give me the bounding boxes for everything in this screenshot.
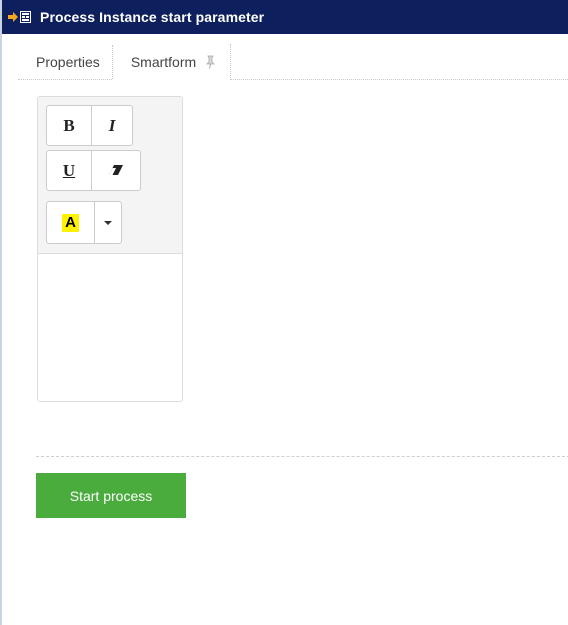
italic-icon: I <box>108 115 116 135</box>
tab-properties-label: Properties <box>36 54 100 70</box>
underline-button[interactable]: U <box>46 150 92 191</box>
clear-format-button[interactable] <box>91 150 141 191</box>
section-divider <box>36 456 568 457</box>
caret-down-icon <box>104 220 112 225</box>
pin-icon[interactable] <box>204 55 216 69</box>
process-start-icon <box>8 9 32 25</box>
editor-content-area[interactable] <box>38 254 182 401</box>
highlight-color-button[interactable]: A <box>46 201 95 244</box>
tab-smartform[interactable]: Smartform <box>112 44 232 80</box>
italic-button[interactable]: I <box>91 105 133 146</box>
window-titlebar: Process Instance start parameter <box>2 0 568 34</box>
bold-button[interactable]: B <box>46 105 92 146</box>
tab-smartform-label: Smartform <box>130 54 197 70</box>
rich-text-editor: B I U A <box>37 96 183 402</box>
tab-properties[interactable]: Properties <box>18 45 113 79</box>
underline-icon: U <box>62 160 76 180</box>
window-title: Process Instance start parameter <box>40 9 265 25</box>
eraser-icon <box>108 161 124 181</box>
editor-toolbar: B I U A <box>38 97 182 254</box>
process-start-window: Process Instance start parameter Propert… <box>0 0 568 625</box>
tab-bar: Properties Smartform <box>18 43 568 80</box>
bold-icon: B <box>63 115 75 135</box>
highlight-color-dropdown[interactable] <box>94 201 122 244</box>
highlight-icon: A <box>62 213 79 232</box>
start-process-button[interactable]: Start process <box>36 473 186 518</box>
